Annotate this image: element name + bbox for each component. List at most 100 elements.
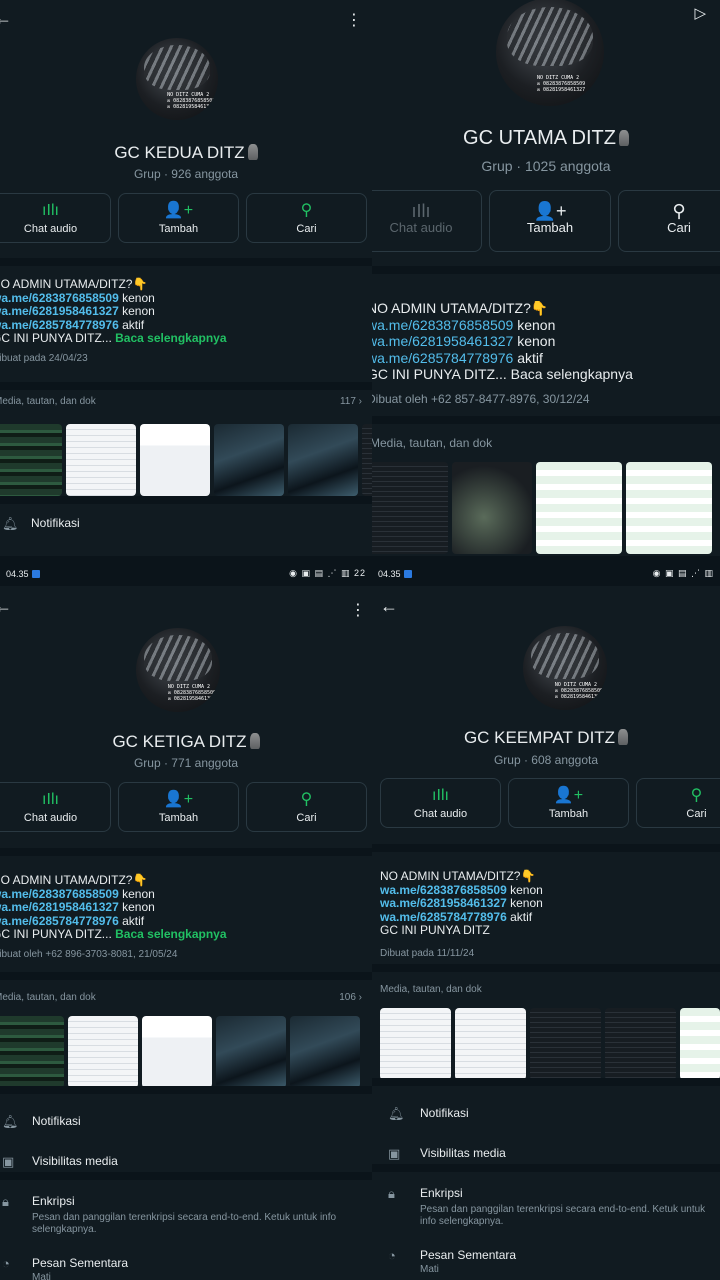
group-avatar[interactable]: NO DITZ CUMA 2 ✉ 08283876858509 ✉ 082819… bbox=[136, 628, 220, 712]
notification-row[interactable]: 🔔︎ Notifikasi bbox=[0, 496, 372, 556]
media-thumbnail[interactable] bbox=[680, 1008, 720, 1080]
group-description[interactable]: NO ADMIN UTAMA/DITZ?👇 wa.me/628387685850… bbox=[372, 844, 720, 968]
moai-emoji-icon bbox=[249, 733, 260, 749]
back-arrow-icon[interactable]: ← bbox=[380, 596, 398, 617]
media-thumbnail[interactable] bbox=[536, 462, 622, 554]
read-more-link[interactable]: Baca selengkapnya bbox=[112, 331, 226, 345]
admin-link-2[interactable]: wa.me/6281958461327 bbox=[372, 333, 513, 349]
group-avatar[interactable]: NO DITZ CUMA 2 ✉ 08283876858509 ✉ 082819… bbox=[523, 626, 607, 710]
add-member-button[interactable]: 👤+ Tambah bbox=[118, 782, 239, 832]
media-section[interactable]: Media, tautan, dan dok bbox=[372, 416, 720, 556]
avatar-caption: NO DITZ CUMA 2 ✉ 08283876858509 ✉ 082819… bbox=[537, 75, 586, 94]
created-date: Dibuat pada 24/04/23 bbox=[0, 352, 88, 364]
group-description[interactable]: NO ADMIN UTAMA/DITZ?👇 wa.me/628387685850… bbox=[0, 848, 372, 972]
media-thumbnail[interactable] bbox=[455, 1008, 526, 1080]
group-title: GC KEEMPAT DITZ bbox=[372, 728, 720, 748]
admin-link-3[interactable]: wa.me/6285784778976 bbox=[0, 318, 119, 332]
avatar-caption: NO DITZ CUMA 2 ✉ 08283876858509 ✉ 082819… bbox=[167, 92, 216, 111]
media-thumbnail[interactable] bbox=[362, 424, 372, 496]
add-member-button[interactable]: 👤+ Tambah bbox=[489, 190, 611, 252]
add-member-button[interactable]: 👤+ Tambah bbox=[118, 193, 239, 243]
media-thumbnail[interactable] bbox=[288, 424, 358, 496]
group-subtitle: Grup · 1025 anggota bbox=[481, 158, 611, 174]
chat-audio-button[interactable]: ıIlı Chat audio bbox=[380, 778, 501, 828]
more-options-icon[interactable]: ⋮ bbox=[346, 10, 362, 30]
search-button[interactable]: ⚲ Cari bbox=[246, 193, 367, 243]
privacy-section: 🔒︎ Enkripsi Pesan dan panggilan terenkri… bbox=[0, 1172, 372, 1280]
group-title: GC UTAMA DITZ bbox=[372, 127, 720, 150]
media-thumbnail[interactable] bbox=[0, 1016, 64, 1088]
add-member-button[interactable]: 👤+ Tambah bbox=[508, 778, 629, 828]
group-description[interactable]: NO ADMIN UTAMA/DITZ?👇 wa.me/628387685850… bbox=[372, 266, 720, 416]
media-label: Media, tautan, dan dok bbox=[372, 436, 493, 450]
status-time: 04.35 bbox=[378, 569, 412, 579]
media-thumbnail[interactable] bbox=[214, 424, 284, 496]
media-thumbnail[interactable] bbox=[216, 1016, 286, 1088]
media-count[interactable]: 117 › bbox=[340, 396, 362, 407]
privacy-section: 🔒︎ Enkripsi Pesan dan panggilan terenkri… bbox=[372, 1164, 720, 1280]
add-person-icon: 👤+ bbox=[533, 201, 567, 221]
search-button[interactable]: ⚲ Cari bbox=[618, 190, 720, 252]
media-thumbnail[interactable] bbox=[290, 1016, 360, 1088]
avatar-caption: NO DITZ CUMA 2 ✉ 08283876858509 ✉ 082819… bbox=[554, 681, 604, 700]
read-more-link[interactable]: Baca selengkapnya bbox=[112, 927, 226, 941]
notification-section: 🔔︎ Notifikasi ▣ Visibilitas media bbox=[372, 1078, 720, 1164]
created-date: Dibuat pada 11/11/24 bbox=[380, 947, 475, 959]
search-button[interactable]: ⚲ Cari bbox=[246, 782, 367, 832]
image-icon: ▣ bbox=[2, 1154, 15, 1169]
created-by: Dibuat oleh +62 857-8477-8976, 30/12/24 bbox=[372, 391, 590, 406]
status-icons: ◉ ▣ ▤ ⋰ ▥ 22 bbox=[289, 568, 366, 578]
back-arrow-icon[interactable]: ← bbox=[0, 596, 12, 617]
search-icon: ⚲ bbox=[300, 202, 313, 219]
group-avatar[interactable]: NO DITZ CUMA 2 ✉ 08283876858509 ✉ 082819… bbox=[136, 38, 218, 120]
group-subtitle: Grup · 926 anggota bbox=[133, 167, 239, 181]
label-tag-icon[interactable]: ▷ bbox=[694, 4, 706, 22]
admin-link-2[interactable]: wa.me/6281958461327 bbox=[0, 900, 119, 914]
admin-link-3[interactable]: wa.me/6285784778976 bbox=[372, 350, 513, 366]
media-label: Media, tautan, dan dok bbox=[0, 396, 96, 407]
more-options-icon[interactable]: ⋮ bbox=[350, 600, 366, 620]
avatar-caption: NO DITZ CUMA 2 ✉ 08283876858509 ✉ 082819… bbox=[167, 683, 217, 702]
search-icon: ⚲ bbox=[672, 201, 686, 221]
audio-wave-icon: ıIlı bbox=[411, 201, 431, 221]
status-time: 04.35 bbox=[6, 569, 40, 579]
admin-link-2[interactable]: wa.me/6281958461327 bbox=[380, 896, 507, 910]
media-thumbnail[interactable] bbox=[530, 1008, 601, 1080]
media-section[interactable]: Media, tautan, dan dok 117 › bbox=[0, 382, 372, 502]
admin-link-1[interactable]: wa.me/6283876858509 bbox=[0, 291, 119, 305]
chat-audio-button[interactable]: ıIlı Chat audio bbox=[0, 193, 111, 243]
media-thumbnail[interactable] bbox=[140, 424, 210, 496]
media-thumbnail[interactable] bbox=[452, 462, 532, 554]
back-arrow-icon[interactable]: ← bbox=[0, 8, 12, 29]
media-thumbnail[interactable] bbox=[142, 1016, 212, 1088]
admin-link-1[interactable]: wa.me/6283876858509 bbox=[372, 317, 513, 333]
media-thumbnail[interactable] bbox=[68, 1016, 138, 1088]
group-description[interactable]: NO ADMIN UTAMA/DITZ?👇 wa.me/628387685850… bbox=[0, 258, 372, 382]
chat-audio-button[interactable]: ıIlı Chat audio bbox=[372, 190, 482, 252]
media-section[interactable]: Media, tautan, dan dok bbox=[372, 964, 720, 1084]
admin-link-1[interactable]: wa.me/6283876858509 bbox=[380, 883, 507, 897]
status-bar: 04.35 ◉ ▣ ▤ ⋰ ▥ 22 bbox=[0, 560, 372, 586]
media-count[interactable]: 106 › bbox=[339, 992, 362, 1003]
bell-icon: 🔔︎ bbox=[2, 1114, 19, 1129]
chat-audio-button[interactable]: ıIlı Chat audio bbox=[0, 782, 111, 832]
media-thumbnail[interactable] bbox=[66, 424, 136, 496]
admin-link-1[interactable]: wa.me/6283876858509 bbox=[0, 887, 119, 901]
media-thumbnail[interactable] bbox=[372, 462, 448, 554]
group-avatar[interactable]: NO DITZ CUMA 2 ✉ 08283876858509 ✉ 082819… bbox=[496, 0, 604, 106]
bell-icon: 🔔︎ bbox=[2, 516, 19, 531]
media-label: Media, tautan, dan dok bbox=[0, 992, 96, 1003]
admin-link-3[interactable]: wa.me/6285784778976 bbox=[380, 910, 507, 924]
media-thumbnail[interactable] bbox=[626, 462, 712, 554]
read-more-link[interactable]: Baca selengkapnya bbox=[507, 366, 633, 382]
media-thumbnail[interactable] bbox=[380, 1008, 451, 1080]
add-person-icon: 👤+ bbox=[553, 787, 584, 804]
admin-link-3[interactable]: wa.me/6285784778976 bbox=[0, 914, 119, 928]
search-button[interactable]: ⚲ Cari bbox=[636, 778, 720, 828]
media-section[interactable]: Media, tautan, dan dok 106 › bbox=[0, 972, 372, 1092]
timer-icon: ◔ bbox=[388, 1248, 396, 1263]
media-thumbnail[interactable] bbox=[605, 1008, 676, 1080]
admin-link-2[interactable]: wa.me/6281958461327 bbox=[0, 304, 119, 318]
media-thumbnail[interactable] bbox=[0, 424, 62, 496]
group-title: GC KETIGA DITZ bbox=[0, 732, 372, 752]
